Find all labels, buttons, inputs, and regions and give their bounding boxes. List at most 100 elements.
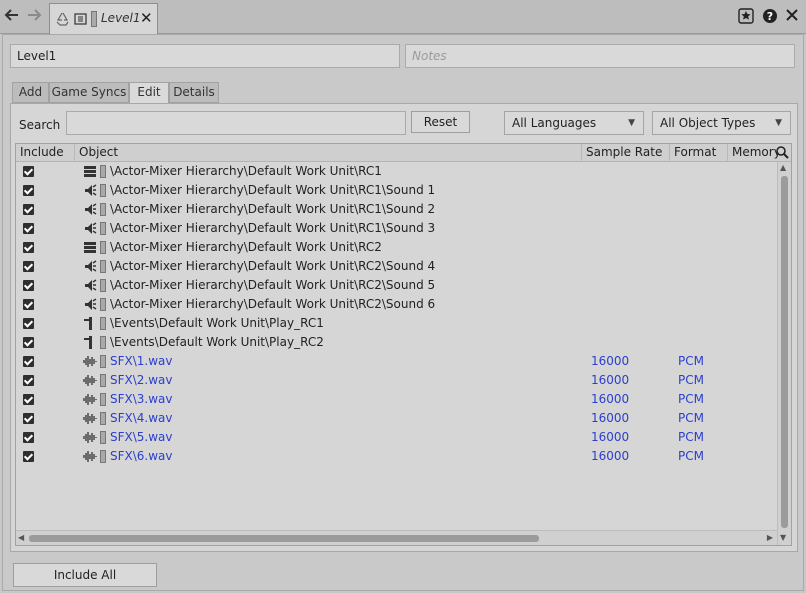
scroll-left-icon[interactable]: ◀ [18,533,24,542]
search-label: Search [19,118,61,132]
scroll-up-icon[interactable]: ▲ [780,163,786,172]
include-checkbox[interactable] [23,413,34,424]
object-path[interactable]: \Actor-Mixer Hierarchy\Default Work Unit… [110,183,435,197]
search-input[interactable] [66,111,406,135]
object-path[interactable]: \Actor-Mixer Hierarchy\Default Work Unit… [110,297,435,311]
column-header-sample-rate[interactable]: Sample Rate [582,144,670,162]
table-row[interactable]: \Actor-Mixer Hierarchy\Default Work Unit… [16,276,776,295]
include-checkbox[interactable] [23,337,34,348]
horizontal-scrollbar[interactable]: ◀ ▶ [16,530,777,545]
include-checkbox[interactable] [23,185,34,196]
format-cell: PCM [678,449,704,463]
include-checkbox[interactable] [23,318,34,329]
waveform-icon [83,393,97,406]
color-swatch [100,412,106,425]
table-row[interactable]: SFX\2.wav 16000 PCM [16,371,776,390]
include-checkbox[interactable] [23,223,34,234]
color-swatch [100,374,106,387]
include-checkbox[interactable] [23,432,34,443]
object-path[interactable]: \Actor-Mixer Hierarchy\Default Work Unit… [110,259,435,273]
tab-game-syncs[interactable]: Game Syncs [49,82,129,103]
arrow-right-icon[interactable] [25,7,43,25]
table-row[interactable]: \Actor-Mixer Hierarchy\Default Work Unit… [16,162,776,181]
include-checkbox[interactable] [23,242,34,253]
format-cell: PCM [678,430,704,444]
object-path[interactable]: SFX\5.wav [110,430,173,444]
object-path[interactable]: \Events\Default Work Unit\Play_RC1 [110,316,324,330]
column-header-object[interactable]: Object [75,144,582,162]
object-path[interactable]: SFX\6.wav [110,449,173,463]
format-cell: PCM [678,354,704,368]
table-row[interactable]: \Actor-Mixer Hierarchy\Default Work Unit… [16,181,776,200]
scroll-down-icon[interactable]: ▼ [780,533,786,542]
object-path[interactable]: \Actor-Mixer Hierarchy\Default Work Unit… [110,240,382,254]
include-all-button[interactable]: Include All [13,563,157,587]
object-path[interactable]: SFX\3.wav [110,392,173,406]
tab-details[interactable]: Details [169,82,219,103]
pin-icon[interactable] [738,8,754,27]
chevron-down-icon: ▼ [775,118,782,128]
object-path[interactable]: \Actor-Mixer Hierarchy\Default Work Unit… [110,164,382,178]
close-view-icon[interactable] [785,8,799,25]
table-row[interactable]: \Actor-Mixer Hierarchy\Default Work Unit… [16,219,776,238]
object-path[interactable]: \Events\Default Work Unit\Play_RC2 [110,335,324,349]
include-checkbox[interactable] [23,394,34,405]
close-icon[interactable]: ✕ [140,9,153,27]
table-row[interactable]: SFX\6.wav 16000 PCM [16,447,776,466]
include-checkbox[interactable] [23,166,34,177]
table-row[interactable]: SFX\5.wav 16000 PCM [16,428,776,447]
scroll-right-icon[interactable]: ▶ [767,533,773,542]
waveform-icon [83,355,97,368]
table-row[interactable]: SFX\1.wav 16000 PCM [16,352,776,371]
tab-edit[interactable]: Edit [129,82,169,104]
waveform-icon [83,374,97,387]
table-row[interactable]: \Actor-Mixer Hierarchy\Default Work Unit… [16,295,776,314]
table-row[interactable]: \Actor-Mixer Hierarchy\Default Work Unit… [16,200,776,219]
object-path[interactable]: SFX\1.wav [110,354,173,368]
event-icon [83,336,97,349]
include-checkbox[interactable] [23,356,34,367]
object-types-dropdown-value: All Object Types [660,116,756,130]
include-checkbox[interactable] [23,280,34,291]
name-field[interactable]: Level1 [10,44,400,68]
color-swatch [100,431,106,444]
column-header-format[interactable]: Format [670,144,728,162]
table-row[interactable]: SFX\3.wav 16000 PCM [16,390,776,409]
document-tab[interactable]: Level1 ✕ [49,3,158,34]
svg-text:?: ? [767,10,773,23]
color-swatch [100,165,106,178]
object-path[interactable]: SFX\2.wav [110,373,173,387]
color-swatch [100,317,106,330]
search-icon[interactable] [775,145,790,160]
horizontal-scroll-thumb[interactable] [29,535,539,542]
column-header-include[interactable]: Include [16,144,75,162]
column-header-memory[interactable]: Memory [728,144,778,162]
reset-button[interactable]: Reset [411,111,470,133]
table-row[interactable]: \Events\Default Work Unit\Play_RC1 [16,314,776,333]
color-swatch [100,355,106,368]
help-icon[interactable]: ? [762,8,778,27]
object-path[interactable]: \Actor-Mixer Hierarchy\Default Work Unit… [110,221,435,235]
include-checkbox[interactable] [23,299,34,310]
object-path[interactable]: SFX\4.wav [110,411,173,425]
vertical-scroll-thumb[interactable] [781,176,788,528]
include-checkbox[interactable] [23,451,34,462]
table-row[interactable]: SFX\4.wav 16000 PCM [16,409,776,428]
object-path[interactable]: \Actor-Mixer Hierarchy\Default Work Unit… [110,278,435,292]
object-path[interactable]: \Actor-Mixer Hierarchy\Default Work Unit… [110,202,435,216]
waveform-icon [83,450,97,463]
edit-tab-content: Search Reset All Languages ▼ All Object … [10,103,798,552]
table-row[interactable]: \Events\Default Work Unit\Play_RC2 [16,333,776,352]
object-types-dropdown[interactable]: All Object Types ▼ [652,111,791,135]
language-dropdown[interactable]: All Languages ▼ [504,111,644,135]
table-row[interactable]: \Actor-Mixer Hierarchy\Default Work Unit… [16,238,776,257]
table-row[interactable]: \Actor-Mixer Hierarchy\Default Work Unit… [16,257,776,276]
soundbank-editor-panel: Level1 Notes Add Game Syncs Edit Details… [2,34,804,591]
vertical-scrollbar[interactable]: ▲ ▼ [777,162,791,545]
include-checkbox[interactable] [23,375,34,386]
arrow-left-icon[interactable] [3,7,21,25]
include-checkbox[interactable] [23,204,34,215]
include-checkbox[interactable] [23,261,34,272]
tab-add[interactable]: Add [12,82,49,103]
notes-field[interactable]: Notes [405,44,795,68]
